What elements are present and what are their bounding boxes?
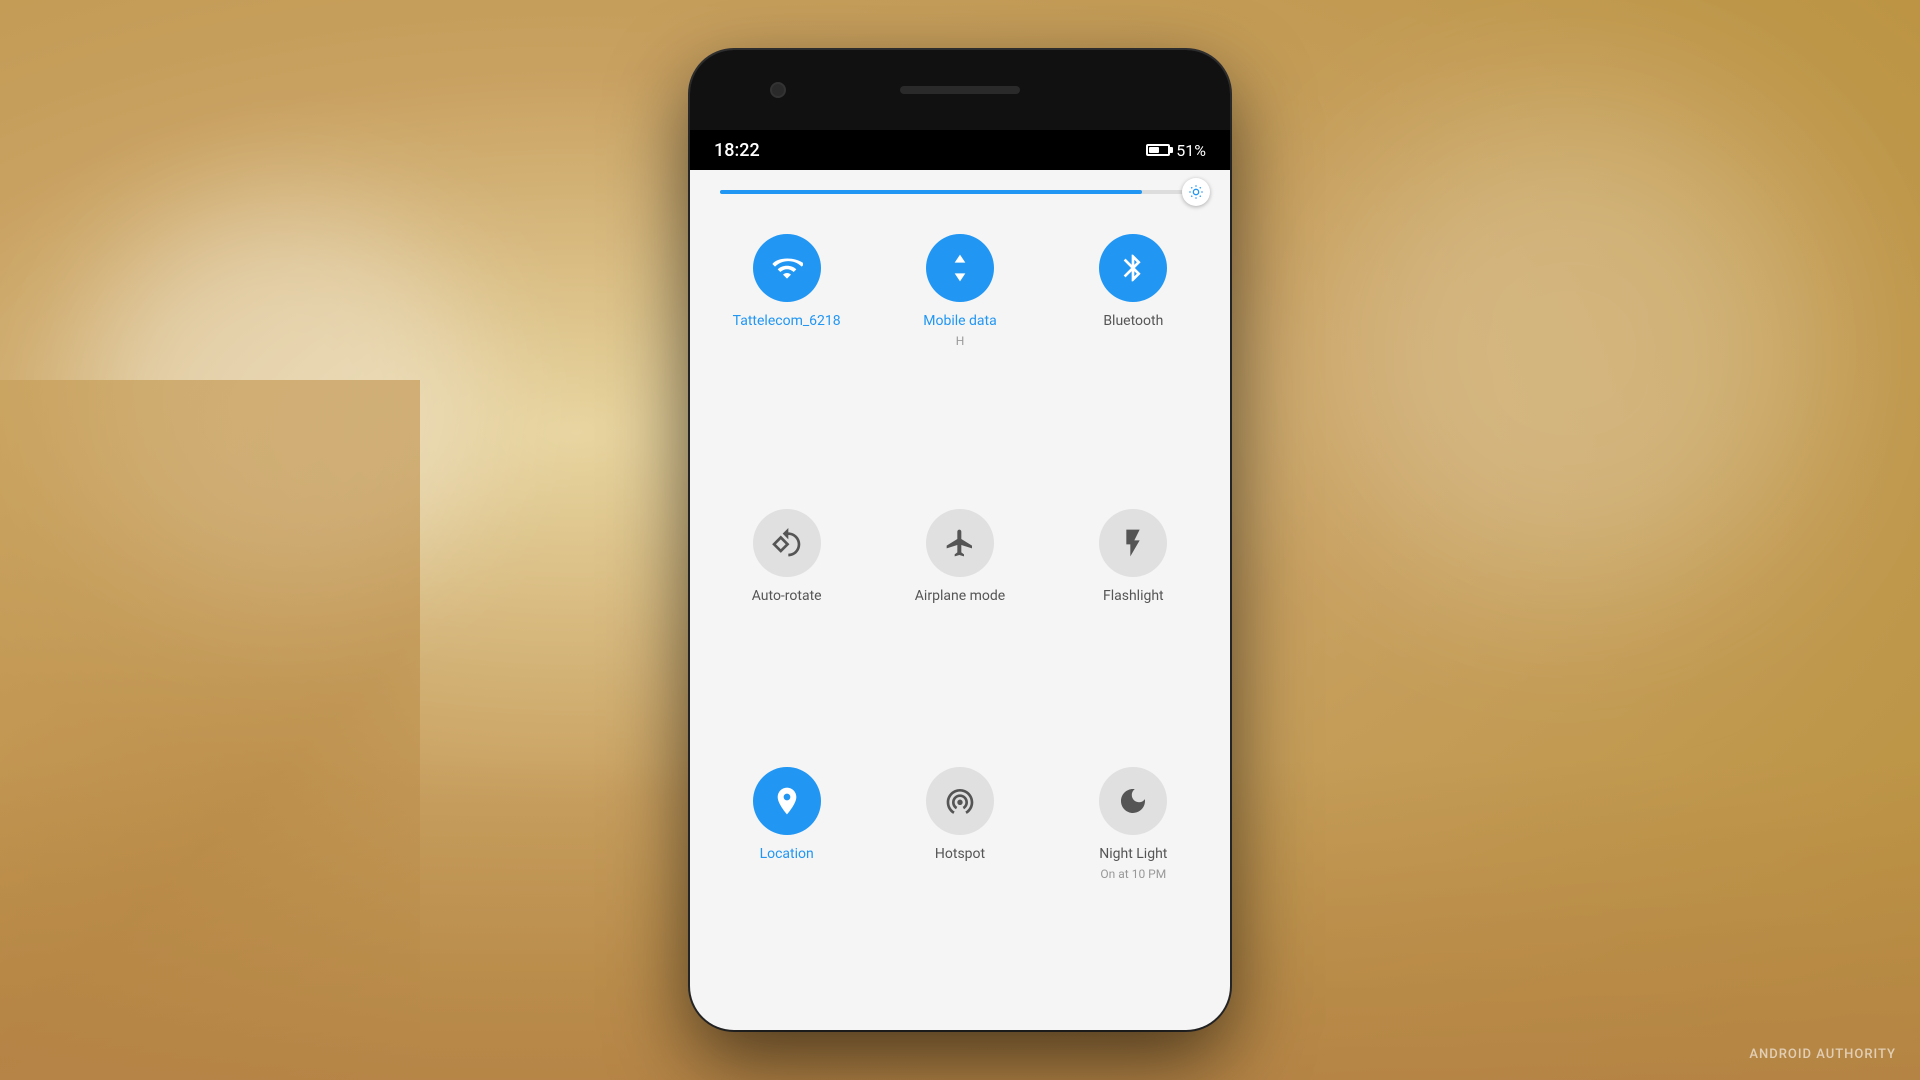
tile-hotspot[interactable]: Hotspot [883, 755, 1036, 1020]
brightness-thumb[interactable] [1182, 178, 1210, 206]
wifi-icon [771, 252, 803, 284]
battery-body [1146, 144, 1170, 156]
battery-icon [1146, 144, 1170, 156]
mobile-data-sublabel: H [956, 334, 965, 348]
flashlight-icon [1117, 527, 1149, 559]
phone-top-bar [690, 50, 1230, 130]
auto-rotate-label: Auto-rotate [752, 587, 822, 605]
location-icon [771, 785, 803, 817]
battery-fill [1149, 147, 1159, 153]
quick-tiles-grid: Tattelecom_6218 Mobile data H [710, 222, 1210, 1020]
phone-device: 18:22 51% [690, 50, 1230, 1030]
night-light-label: Night Light [1099, 845, 1167, 863]
mobile-data-icon-button[interactable] [926, 234, 994, 302]
phone-speaker [900, 86, 1020, 94]
tile-airplane[interactable]: Airplane mode [883, 497, 1036, 744]
night-light-icon-button[interactable] [1099, 767, 1167, 835]
tile-night-light[interactable]: Night Light On at 10 PM [1057, 755, 1210, 1020]
wifi-icon-button[interactable] [753, 234, 821, 302]
brightness-icon [1188, 184, 1204, 200]
brightness-row[interactable] [710, 190, 1210, 194]
tile-bluetooth[interactable]: Bluetooth [1057, 222, 1210, 487]
tile-flashlight[interactable]: Flashlight [1057, 497, 1210, 744]
brightness-fill [720, 190, 1142, 194]
battery-percent: 51% [1176, 141, 1206, 160]
night-light-sublabel: On at 10 PM [1100, 867, 1166, 881]
tile-wifi[interactable]: Tattelecom_6218 [710, 222, 863, 487]
bluetooth-icon-button[interactable] [1099, 234, 1167, 302]
location-icon-button[interactable] [753, 767, 821, 835]
watermark: ANDROID AUTHORITY [1749, 1047, 1896, 1062]
hotspot-label: Hotspot [935, 845, 985, 863]
phone-screen: 18:22 51% [690, 130, 1230, 1030]
tile-mobile-data[interactable]: Mobile data H [883, 222, 1036, 487]
night-light-icon [1117, 785, 1149, 817]
auto-rotate-icon-button[interactable] [753, 509, 821, 577]
bluetooth-label: Bluetooth [1103, 312, 1163, 330]
flashlight-icon-button[interactable] [1099, 509, 1167, 577]
front-camera [770, 82, 786, 98]
airplane-icon [944, 527, 976, 559]
wifi-label: Tattelecom_6218 [733, 312, 841, 330]
hotspot-icon-button[interactable] [926, 767, 994, 835]
flashlight-label: Flashlight [1103, 587, 1164, 605]
mobile-data-icon [944, 252, 976, 284]
tile-location[interactable]: Location [710, 755, 863, 1020]
location-label: Location [760, 845, 814, 863]
hotspot-icon [944, 785, 976, 817]
brightness-track [720, 190, 1200, 194]
brightness-slider[interactable] [720, 190, 1200, 194]
quick-settings-panel: Tattelecom_6218 Mobile data H [690, 170, 1230, 1030]
auto-rotate-icon [771, 527, 803, 559]
airplane-label: Airplane mode [915, 587, 1005, 605]
status-time: 18:22 [714, 140, 760, 161]
mobile-data-label: Mobile data [923, 312, 996, 330]
airplane-icon-button[interactable] [926, 509, 994, 577]
status-bar: 18:22 51% [690, 130, 1230, 170]
tile-auto-rotate[interactable]: Auto-rotate [710, 497, 863, 744]
status-right: 51% [1146, 141, 1206, 160]
bluetooth-icon [1117, 252, 1149, 284]
